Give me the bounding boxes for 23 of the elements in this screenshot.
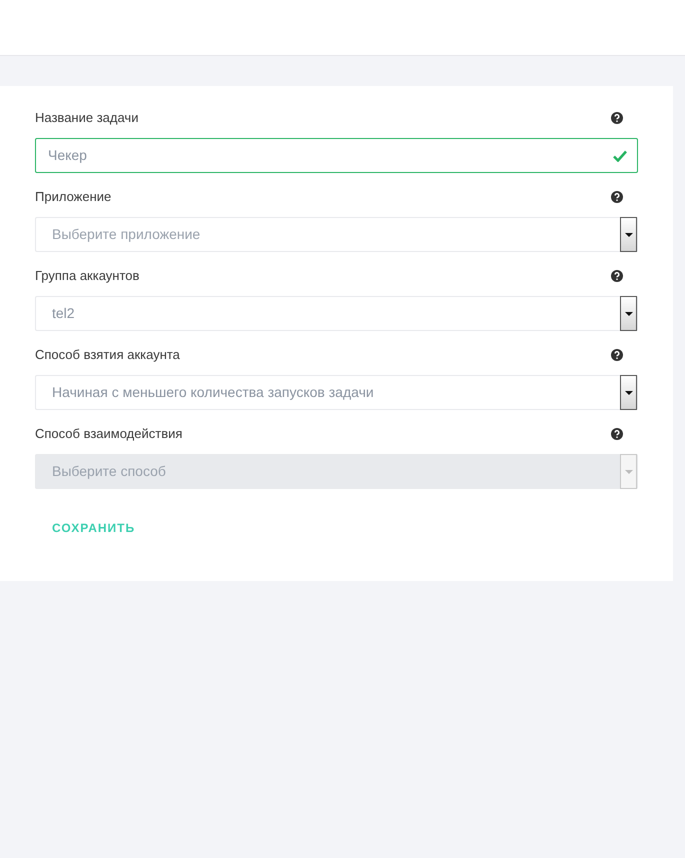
help-icon[interactable] — [611, 428, 623, 440]
help-icon[interactable] — [611, 270, 623, 282]
field-label: Способ взаимодействия — [35, 425, 182, 444]
caret-icon — [624, 470, 632, 474]
field-label: Название задачи — [35, 109, 138, 128]
help-icon[interactable] — [611, 349, 623, 361]
dropdown-button[interactable] — [620, 296, 637, 331]
field-label: Приложение — [35, 188, 112, 206]
dropdown-button[interactable] — [620, 217, 637, 252]
field-label: Способ взятия аккаунта — [35, 346, 180, 364]
field-label: Группа аккаунтов — [35, 267, 140, 286]
select-field[interactable]: tel2 — [35, 296, 638, 331]
text-field[interactable]: Чекер — [35, 138, 638, 173]
caret-icon — [624, 312, 632, 316]
select-field[interactable]: Выберите приложение — [35, 217, 638, 252]
check-icon — [613, 150, 627, 162]
help-icon[interactable] — [611, 191, 623, 203]
dropdown-button[interactable] — [620, 375, 637, 410]
caret-icon — [624, 390, 632, 394]
help-icon[interactable] — [611, 112, 623, 124]
caret-icon — [624, 232, 632, 236]
save-button[interactable]: СОХРАНИТЬ — [45, 513, 142, 543]
select-field[interactable]: Начиная с меньшего количества запусков задачи — [35, 375, 638, 410]
